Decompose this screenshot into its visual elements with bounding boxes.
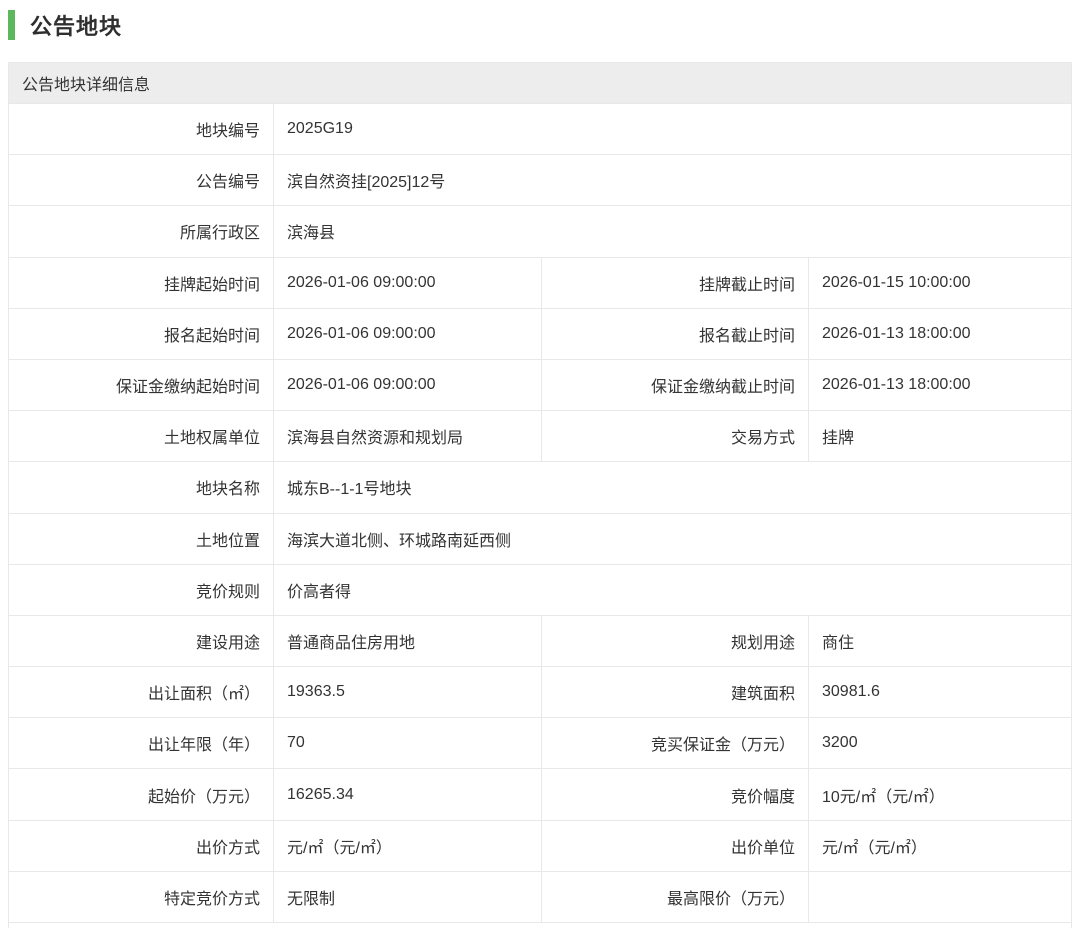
field-value: 滨海县自然资源和规划局 [273, 411, 541, 461]
table-row-parcel-name: 地块名称 城东B--1-1号地块 [9, 462, 1071, 513]
field-value: 19363.5 [273, 667, 541, 717]
field-label: 建筑面积 [541, 667, 808, 717]
field-label: 出价方式 [9, 821, 273, 871]
field-label: 保证金缴纳起始时间 [9, 360, 273, 410]
field-value: 70 [273, 718, 541, 768]
table-row-bid-method: 出价方式 元/㎡（元/㎡） 出价单位 元/㎡（元/㎡） [9, 821, 1071, 872]
field-label: 竞买保证金（万元） [541, 718, 808, 768]
field-label: 挂牌起始时间 [9, 258, 273, 308]
field-value: 海滨大道北侧、环城路南延西侧 [273, 514, 1071, 564]
field-label: 建设用途 [9, 616, 273, 666]
table-row-partial [9, 923, 1071, 928]
field-value: 滨海县 [273, 206, 1071, 256]
page-title-bar: 公告地块 [8, 8, 1080, 42]
table-row-special-bidding: 特定竞价方式 无限制 最高限价（万元） [9, 872, 1071, 923]
field-label: 土地权属单位 [9, 411, 273, 461]
field-value: 2026-01-13 18:00:00 [808, 360, 1071, 410]
field-label: 竞价幅度 [541, 769, 808, 819]
field-value: 价高者得 [273, 565, 1071, 615]
accent-bar-icon [8, 10, 15, 40]
panel-header: 公告地块详细信息 [9, 63, 1071, 104]
field-label: 规划用途 [541, 616, 808, 666]
field-value: 滨自然资挂[2025]12号 [273, 155, 1071, 205]
field-label: 所属行政区 [9, 206, 273, 256]
table-row-registration-time: 报名起始时间 2026-01-06 09:00:00 报名截止时间 2026-0… [9, 309, 1071, 360]
field-value: 挂牌 [808, 411, 1071, 461]
field-value: 元/㎡（元/㎡） [808, 821, 1071, 871]
field-label: 最高限价（万元） [541, 872, 808, 922]
field-value: 10元/㎡（元/㎡） [808, 769, 1071, 819]
field-value: 16265.34 [273, 769, 541, 819]
field-label: 公告编号 [9, 155, 273, 205]
field-value: 2026-01-15 10:00:00 [808, 258, 1071, 308]
field-label: 特定竞价方式 [9, 872, 273, 922]
field-label: 交易方式 [541, 411, 808, 461]
field-label: 地块名称 [9, 462, 273, 512]
field-label: 挂牌截止时间 [541, 258, 808, 308]
table-row-bidding-rule: 竞价规则 价高者得 [9, 565, 1071, 616]
field-value: 城东B--1-1号地块 [273, 462, 1071, 512]
table-row-listing-time: 挂牌起始时间 2026-01-06 09:00:00 挂牌截止时间 2026-0… [9, 258, 1071, 309]
field-label: 土地位置 [9, 514, 273, 564]
table-row-land-location: 土地位置 海滨大道北侧、环城路南延西侧 [9, 514, 1071, 565]
table-row-ownership-unit: 土地权属单位 滨海县自然资源和规划局 交易方式 挂牌 [9, 411, 1071, 462]
field-label: 地块编号 [9, 104, 273, 154]
field-value: 3200 [808, 718, 1071, 768]
table-row-deposit-time: 保证金缴纳起始时间 2026-01-06 09:00:00 保证金缴纳截止时间 … [9, 360, 1071, 411]
field-value: 30981.6 [808, 667, 1071, 717]
field-value: 普通商品住房用地 [273, 616, 541, 666]
field-value: 2026-01-06 09:00:00 [273, 309, 541, 359]
field-value: 商住 [808, 616, 1071, 666]
table-row-construction-use: 建设用途 普通商品住房用地 规划用途 商住 [9, 616, 1071, 667]
field-label: 出价单位 [541, 821, 808, 871]
field-value [808, 872, 1071, 922]
field-value: 元/㎡（元/㎡） [273, 821, 541, 871]
field-label: 起始价（万元） [9, 769, 273, 819]
table-row-area: 出让面积（㎡） 19363.5 建筑面积 30981.6 [9, 667, 1071, 718]
table-row-announcement-number: 公告编号 滨自然资挂[2025]12号 [9, 155, 1071, 206]
field-value: 2026-01-13 18:00:00 [808, 309, 1071, 359]
field-value: 无限制 [273, 872, 541, 922]
field-value: 2026-01-06 09:00:00 [273, 360, 541, 410]
field-label: 保证金缴纳截止时间 [541, 360, 808, 410]
field-label: 报名截止时间 [541, 309, 808, 359]
field-label: 出让年限（年） [9, 718, 273, 768]
page-title: 公告地块 [30, 9, 122, 41]
announcement-detail-panel: 公告地块详细信息 地块编号 2025G19 公告编号 滨自然资挂[2025]12… [8, 62, 1072, 928]
field-value: 2025G19 [273, 104, 1071, 154]
field-value: 2026-01-06 09:00:00 [273, 258, 541, 308]
table-row-parcel-number: 地块编号 2025G19 [9, 104, 1071, 155]
field-label: 竞价规则 [9, 565, 273, 615]
table-row-district: 所属行政区 滨海县 [9, 206, 1071, 257]
field-label: 出让面积（㎡） [9, 667, 273, 717]
table-row-start-price: 起始价（万元） 16265.34 竞价幅度 10元/㎡（元/㎡） [9, 769, 1071, 820]
table-row-term-deposit: 出让年限（年） 70 竞买保证金（万元） 3200 [9, 718, 1071, 769]
field-label: 报名起始时间 [9, 309, 273, 359]
